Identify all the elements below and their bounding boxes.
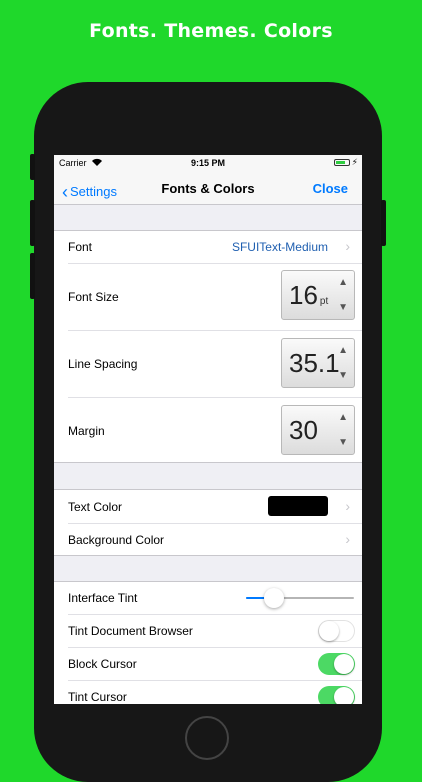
interface-tint-row: Interface Tint [54, 582, 362, 614]
text-color-swatch [268, 496, 328, 516]
chevron-right-icon: › [345, 238, 350, 254]
interface-settings-group: Interface Tint Tint Document Browser Blo… [54, 581, 362, 704]
margin-row: Margin 30 ▲ ▼ [54, 398, 362, 464]
slider-thumb[interactable] [264, 588, 285, 608]
status-bar: Carrier 9:15 PM ⚡ [54, 155, 362, 172]
power-button [381, 200, 386, 246]
switch-knob [334, 687, 354, 704]
text-color-row[interactable]: Text Color › [54, 490, 362, 523]
background-color-label: Background Color [68, 533, 165, 547]
navigation-bar: ‹ Settings Fonts & Colors Close [54, 172, 362, 205]
chevron-right-icon: › [345, 531, 350, 547]
font-size-unit: pt [319, 296, 329, 307]
font-value: SFUIText-Medium [231, 240, 328, 254]
font-size-value: 16 pt [289, 280, 329, 310]
status-time: 9:15 PM [190, 158, 225, 168]
margin-label: Margin [68, 424, 105, 438]
volume-down-button [30, 253, 35, 299]
increment-arrow-icon[interactable]: ▲ [338, 277, 348, 288]
tint-cursor-label: Tint Cursor [68, 690, 127, 704]
block-cursor-row: Block Cursor [54, 648, 362, 680]
decrement-arrow-icon[interactable]: ▼ [338, 370, 348, 381]
mute-switch [30, 154, 35, 180]
tint-document-browser-row: Tint Document Browser [54, 615, 362, 647]
volume-up-button [30, 200, 35, 246]
interface-tint-slider[interactable] [246, 588, 354, 608]
tint-cursor-switch[interactable] [318, 686, 355, 704]
margin-stepper[interactable]: 30 ▲ ▼ [281, 405, 355, 455]
font-row[interactable]: Font SFUIText-Medium › [54, 231, 362, 263]
font-size-stepper[interactable]: 16 pt ▲ ▼ [281, 270, 355, 320]
increment-arrow-icon[interactable]: ▲ [338, 412, 348, 423]
margin-value: 30 [289, 415, 318, 445]
line-spacing-stepper[interactable]: 35.1 ▲ ▼ [281, 338, 355, 388]
home-button[interactable] [185, 716, 229, 760]
color-settings-group: Text Color › Background Color › [54, 489, 362, 556]
switch-knob [334, 654, 354, 674]
block-cursor-label: Block Cursor [68, 657, 137, 671]
tint-cursor-row: Tint Cursor [54, 681, 362, 704]
background-color-row[interactable]: Background Color › [54, 524, 362, 556]
line-spacing-row: Line Spacing 35.1 ▲ ▼ [54, 331, 362, 397]
font-size-row: Font Size 16 pt ▲ ▼ [54, 264, 362, 330]
tint-document-browser-switch[interactable] [318, 620, 355, 642]
decrement-arrow-icon[interactable]: ▼ [338, 437, 348, 448]
tint-document-browser-label: Tint Document Browser [68, 624, 193, 638]
chevron-right-icon: › [345, 498, 350, 514]
line-spacing-value: 35.1 [289, 348, 340, 378]
switch-knob [319, 621, 339, 641]
promo-headline: Fonts. Themes. Colors [89, 20, 333, 42]
interface-tint-label: Interface Tint [68, 591, 138, 605]
font-label: Font [68, 240, 93, 254]
font-size-label: Font Size [68, 290, 119, 304]
charging-bolt-icon: ⚡ [351, 157, 358, 167]
battery-icon [334, 159, 350, 166]
decrement-arrow-icon[interactable]: ▼ [338, 302, 348, 313]
font-settings-group: Font SFUIText-Medium › Font Size 16 pt ▲ … [54, 230, 362, 463]
line-spacing-label: Line Spacing [68, 357, 138, 371]
close-button[interactable]: Close [313, 181, 348, 196]
device-screen: Carrier 9:15 PM ⚡ ‹ Settings Fonts & Colo… [54, 155, 362, 704]
increment-arrow-icon[interactable]: ▲ [338, 345, 348, 356]
text-color-label: Text Color [68, 500, 123, 514]
block-cursor-switch[interactable] [318, 653, 355, 675]
